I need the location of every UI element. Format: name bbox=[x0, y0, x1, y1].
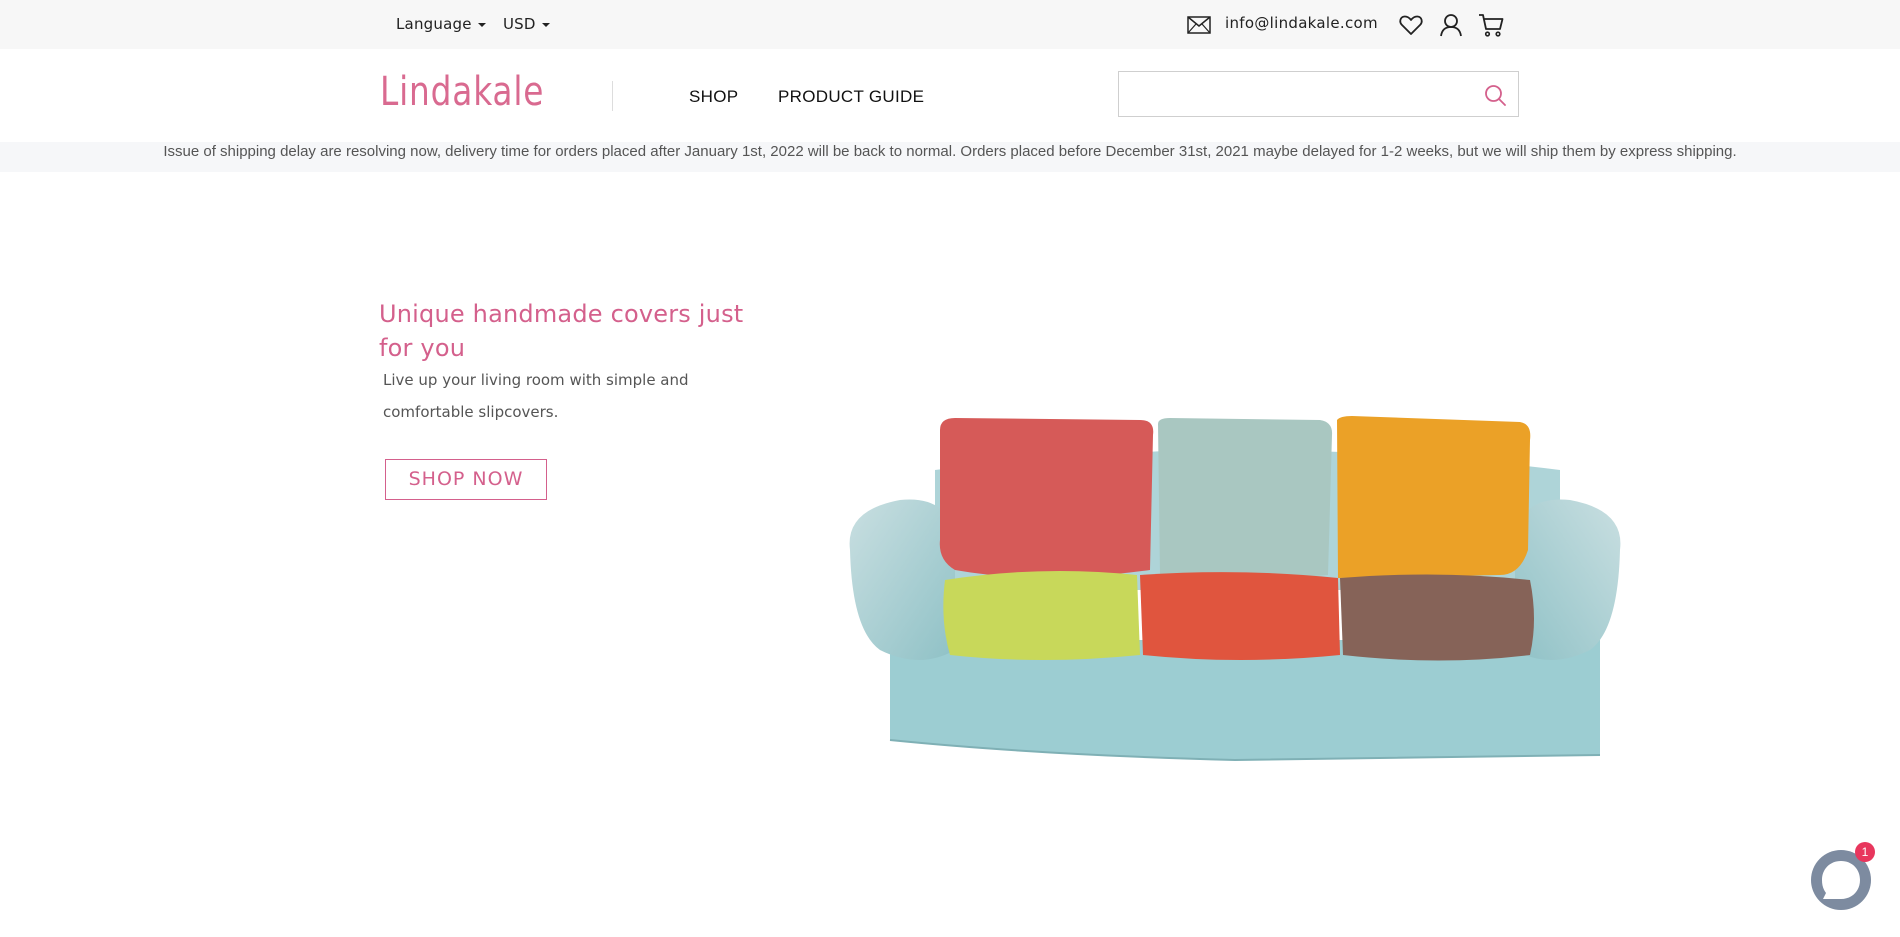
chevron-down-icon bbox=[541, 22, 550, 27]
chevron-down-icon bbox=[477, 22, 486, 27]
hero-title: Unique handmade covers just for you bbox=[379, 300, 744, 362]
shipping-notice-text: Issue of shipping delay are resolving no… bbox=[163, 143, 1737, 160]
top-bar: Language USD info@lindakale.com bbox=[0, 0, 1900, 49]
search-icon[interactable] bbox=[1484, 84, 1506, 106]
brand-logo[interactable]: Lindakale bbox=[380, 69, 544, 115]
chat-notification-badge: 1 bbox=[1855, 842, 1875, 862]
main-header: Lindakale SHOP PRODUCT GUIDE bbox=[0, 49, 1900, 142]
user-icon[interactable] bbox=[1438, 12, 1464, 38]
divider bbox=[612, 81, 613, 111]
nav-shop[interactable]: SHOP bbox=[689, 87, 738, 107]
sofa-image bbox=[849, 416, 1621, 762]
language-label: Language bbox=[396, 15, 472, 33]
currency-dropdown[interactable]: USD bbox=[503, 15, 550, 33]
email-link[interactable]: info@lindakale.com bbox=[1225, 14, 1378, 32]
hero-subtitle: Live up your living room with simple and… bbox=[383, 371, 689, 421]
cart-icon[interactable] bbox=[1478, 12, 1504, 38]
search-bar bbox=[1118, 71, 1519, 117]
currency-label: USD bbox=[503, 15, 536, 33]
search-input[interactable] bbox=[1119, 72, 1483, 116]
email-icon bbox=[1187, 16, 1211, 34]
shop-now-button[interactable]: SHOP NOW bbox=[385, 459, 547, 500]
shipping-notice: Issue of shipping delay are resolving no… bbox=[0, 142, 1900, 172]
language-dropdown[interactable]: Language bbox=[396, 15, 486, 33]
heart-icon[interactable] bbox=[1398, 12, 1424, 38]
nav-product-guide[interactable]: PRODUCT GUIDE bbox=[778, 87, 924, 107]
